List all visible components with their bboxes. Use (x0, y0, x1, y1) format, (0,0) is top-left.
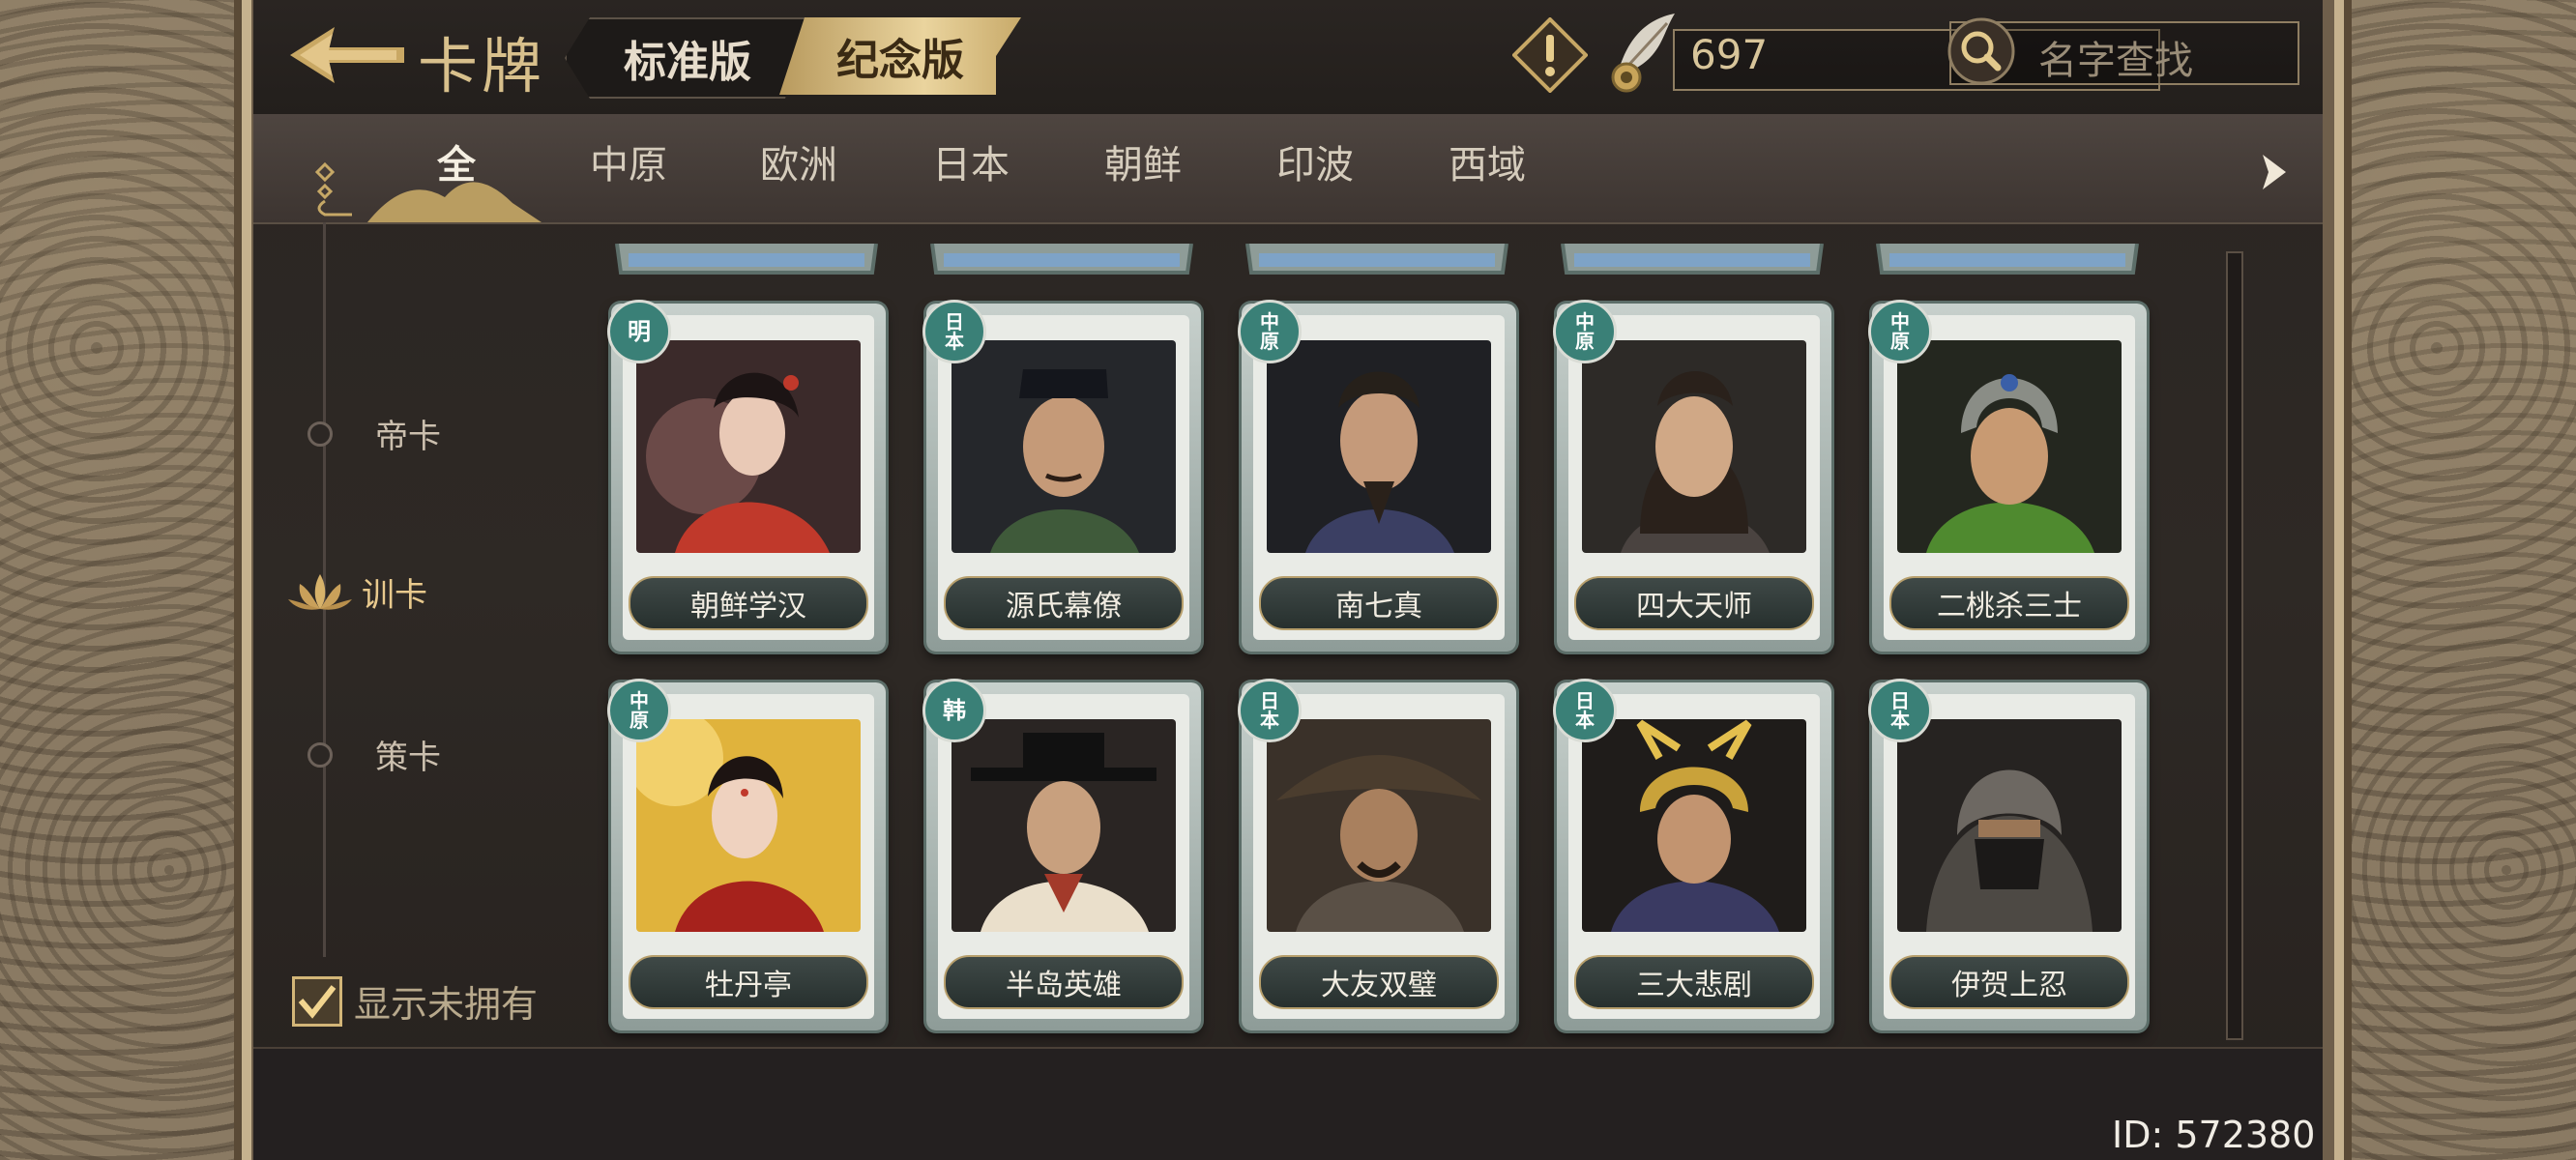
card-item[interactable]: 日本 源氏幕僚 (922, 300, 1201, 652)
page-title: 卡牌 (418, 31, 546, 102)
card-name: 大友双璧 (1259, 955, 1499, 1009)
branch-ornament-icon (314, 161, 352, 217)
tab-standard-edition[interactable]: 标准版 (565, 17, 810, 99)
name-search-input[interactable]: 名字查找 (1947, 17, 2299, 85)
right-ornament-panel (2334, 0, 2576, 1160)
portrait-golden-kabuto-samurai (1582, 719, 1806, 932)
card-name: 三大悲剧 (1574, 955, 1814, 1009)
checkmark-icon (298, 984, 337, 1019)
version-tabs: 标准版 纪念版 (565, 17, 1019, 95)
tab-europe[interactable]: 欧洲 (760, 133, 837, 189)
tab-commemorative-edition[interactable]: 纪念版 (779, 17, 1021, 95)
card-item[interactable]: 日本 伊贺上忍 (1868, 679, 2147, 1030)
portrait-samurai-kasa (1267, 719, 1491, 932)
faction-badge: 中原 (1238, 300, 1302, 363)
portrait-daoist-bearded (1267, 340, 1491, 553)
tab-korea[interactable]: 朝鲜 (1104, 133, 1182, 189)
portrait-helmeted-warrior (1897, 340, 2122, 553)
tab-all[interactable]: 全 (437, 133, 476, 189)
filter-dot (307, 741, 333, 768)
tab-india-persia[interactable]: 印波 (1276, 133, 1354, 189)
faction-badge: 中原 (607, 679, 671, 742)
card-item[interactable]: 韩 半岛英雄 (922, 679, 1201, 1030)
faction-badge: 中原 (1868, 300, 1932, 363)
search-placeholder: 名字查找 (2038, 39, 2193, 83)
currency-value: 697 (1690, 31, 1769, 78)
filter-label: 帝卡 (375, 418, 441, 456)
card-name: 南七真 (1259, 576, 1499, 630)
filter-emperor-card[interactable]: 帝卡 (307, 410, 441, 457)
tab-japan[interactable]: 日本 (932, 133, 1010, 189)
filter-dot (307, 420, 333, 447)
faction-badge: 日本 (922, 300, 986, 363)
card-item[interactable]: 中原 南七真 (1238, 300, 1516, 652)
card-item[interactable]: 日本 三大悲剧 (1553, 679, 1831, 1030)
card-item[interactable]: 中原 四大天师 (1553, 300, 1831, 652)
portrait-korean-scholar (951, 719, 1176, 932)
faction-badge: 明 (607, 300, 671, 363)
card-name: 伊贺上忍 (1889, 955, 2129, 1009)
partial-card-edge (930, 244, 1193, 275)
card-name: 牡丹亭 (629, 955, 868, 1009)
back-arrow-button[interactable] (290, 21, 404, 89)
card-name: 四大天师 (1574, 576, 1814, 630)
card-grid-scrollbar[interactable] (2226, 251, 2243, 1040)
card-item[interactable]: 中原 二桃杀三士 (1868, 300, 2147, 652)
card-collection-panel: 卡牌 标准版 纪念版 697 名字查找 全 中原 欧洲 日本 朝鲜 印波 西域 … (253, 0, 2323, 1160)
show-unowned-checkbox[interactable] (292, 975, 342, 1027)
filter-strategy-card[interactable]: 策卡 (307, 731, 441, 778)
faction-badge: 日本 (1868, 679, 1932, 742)
lotus-icon (288, 573, 352, 610)
portrait-celestial-master (1582, 340, 1806, 553)
portrait-hooded-ninja (1897, 719, 2122, 932)
show-unowned-toggle[interactable]: 显示未拥有 (292, 974, 538, 1028)
partial-card-edge (1876, 244, 2139, 275)
partial-card-edge (615, 244, 878, 275)
show-unowned-label: 显示未拥有 (354, 983, 539, 1026)
chevron-right-icon[interactable] (2259, 153, 2288, 191)
card-name: 源氏幕僚 (944, 576, 1184, 630)
top-bar: 卡牌 标准版 纪念版 697 名字查找 (253, 0, 2323, 114)
card-name: 朝鲜学汉 (629, 576, 868, 630)
faction-badge: 韩 (922, 679, 986, 742)
card-item[interactable]: 日本 大友双璧 (1238, 679, 1516, 1030)
feather-token-icon (1611, 14, 1675, 93)
tab-central-plains[interactable]: 中原 (590, 133, 667, 189)
partial-card-edge (1561, 244, 1824, 275)
card-item[interactable]: 中原 牡丹亭 (607, 679, 886, 1030)
card-name: 二桃杀三士 (1889, 576, 2129, 630)
left-ornament-panel (0, 0, 251, 1160)
search-icon (1947, 17, 2015, 85)
tab-western-regions[interactable]: 西域 (1449, 133, 1526, 189)
filter-label: 训卡 (362, 576, 427, 615)
faction-badge: 中原 (1553, 300, 1617, 363)
portrait-advisor-black-hat (951, 340, 1176, 553)
player-id: ID: 572380 (2112, 1114, 2316, 1156)
card-grid: 明 朝鲜学汉 日本 源氏幕僚 中 原 南七真 中 原 四大天师 中 原 二桃杀三… (607, 222, 2323, 1034)
card-name: 半岛英雄 (944, 955, 1184, 1009)
card-item[interactable]: 明 朝鲜学汉 (607, 300, 886, 652)
alert-button[interactable] (1511, 16, 1589, 94)
filter-label: 策卡 (375, 739, 441, 777)
filter-training-card[interactable]: 训卡 (288, 568, 427, 616)
arrow-left-icon (290, 27, 404, 83)
faction-badge: 日本 (1553, 679, 1617, 742)
portrait-lady-red-robe (636, 340, 861, 553)
portrait-peony-lady (636, 719, 861, 932)
exclamation-diamond-icon (1511, 16, 1589, 94)
category-tabs: 全 中原 欧洲 日本 朝鲜 印波 西域 (253, 114, 2323, 224)
faction-badge: 日本 (1238, 679, 1302, 742)
partial-card-edge (1245, 244, 1508, 275)
